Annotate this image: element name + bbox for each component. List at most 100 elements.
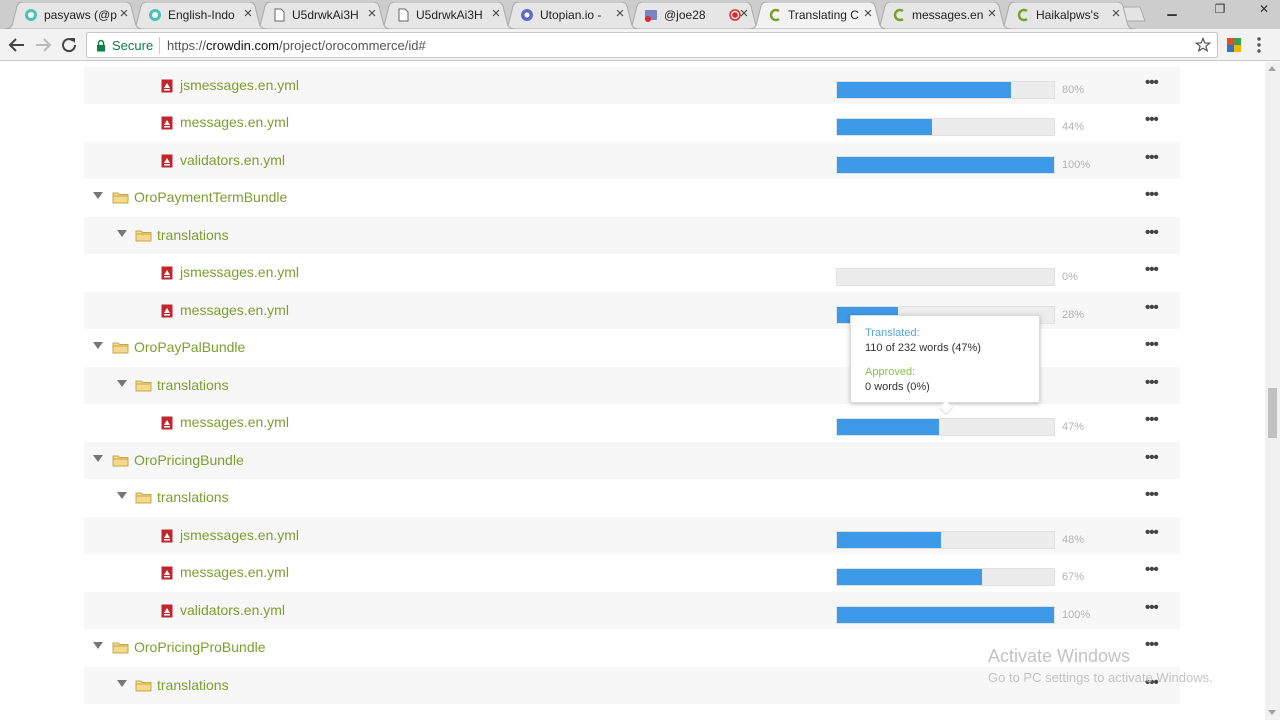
browser-tab[interactable]: Translating C × <box>748 2 888 29</box>
file-name[interactable]: jsmessages.en.yml <box>180 264 299 280</box>
file-name[interactable]: messages.en.yml <box>180 302 289 318</box>
folder-name[interactable]: OroPricingProBundle <box>134 639 266 655</box>
more-options-button[interactable]: ••• <box>1145 637 1162 653</box>
progress-bar-fill <box>837 569 983 585</box>
folder-name[interactable]: OroPaymentTermBundle <box>134 189 287 205</box>
progress-percent: 100% <box>1062 158 1091 171</box>
folder-row[interactable]: OroPricingBundle ••• <box>84 441 1180 479</box>
collapse-caret-icon[interactable] <box>93 642 103 649</box>
more-options-button[interactable]: ••• <box>1145 524 1162 541</box>
back-button[interactable] <box>5 33 29 57</box>
tab-close-icon[interactable]: × <box>364 5 380 23</box>
collapse-caret-icon[interactable] <box>93 454 103 462</box>
file-name[interactable]: jsmessages.en.yml <box>180 527 299 543</box>
browser-tab[interactable]: messages.en × <box>872 2 1012 29</box>
maximize-button[interactable]: ❐ <box>1206 0 1234 20</box>
file-name[interactable]: validators.en.yml <box>180 602 285 618</box>
more-options-button[interactable]: ••• <box>1145 112 1162 128</box>
folder-icon <box>112 342 129 354</box>
file-row[interactable]: validators.en.yml 100% ••• <box>84 591 1180 629</box>
folder-name[interactable]: translations <box>157 489 229 505</box>
yml-file-icon <box>161 154 173 167</box>
tab-close-icon[interactable]: × <box>612 5 628 23</box>
collapse-caret-icon[interactable] <box>117 679 127 687</box>
more-options-button[interactable]: ••• <box>1145 337 1162 353</box>
document-icon <box>398 8 409 22</box>
file-row[interactable]: jsmessages.en.yml 80% ••• <box>84 66 1180 104</box>
collapse-caret-icon[interactable] <box>117 379 127 387</box>
more-options-button[interactable]: ••• <box>1145 74 1162 91</box>
more-options-button[interactable]: ••• <box>1145 412 1162 428</box>
file-name[interactable]: messages.en.yml <box>180 564 289 580</box>
more-options-button[interactable]: ••• <box>1145 562 1162 578</box>
more-options-button[interactable]: ••• <box>1145 299 1162 316</box>
url-text[interactable]: https://crowdin.com/project/orocommerce/… <box>167 38 426 53</box>
folder-name[interactable]: translations <box>157 377 229 393</box>
file-row[interactable]: jsmessages.en.yml 48% ••• <box>84 516 1180 554</box>
file-row[interactable]: messages.en.yml 67% ••• <box>84 554 1180 591</box>
browser-tab[interactable]: Utopian.io - × <box>500 2 640 29</box>
progress-bar[interactable] <box>836 268 1055 286</box>
progress-bar[interactable] <box>836 605 1055 624</box>
tab-title: @joe28 <box>664 8 706 22</box>
extension-icon[interactable] <box>1226 37 1242 53</box>
scroll-down-arrow[interactable] <box>1268 710 1276 715</box>
folder-row[interactable]: translations ••• <box>84 479 1180 516</box>
browser-tab[interactable]: pasyaws (@p × <box>4 2 144 29</box>
bookmark-star-icon[interactable] <box>1195 37 1211 53</box>
folder-name[interactable]: translations <box>157 677 229 693</box>
progress-bar[interactable] <box>836 118 1055 136</box>
close-window-button[interactable]: ✕ <box>1250 0 1278 20</box>
file-name[interactable]: jsmessages.en.yml <box>180 77 299 93</box>
collapse-caret-icon[interactable] <box>117 229 127 237</box>
minimize-button[interactable]: ▁ <box>1158 0 1186 20</box>
folder-name[interactable]: OroPricingBundle <box>134 452 244 468</box>
more-options-button[interactable]: ••• <box>1145 374 1162 391</box>
tab-close-icon[interactable]: × <box>488 5 504 23</box>
tab-close-icon[interactable]: × <box>240 5 256 23</box>
scrollbar-thumb[interactable] <box>1268 388 1277 438</box>
file-name[interactable]: messages.en.yml <box>180 114 289 130</box>
browser-tab[interactable]: @joe28 × <box>624 2 764 29</box>
scroll-up-arrow[interactable] <box>1268 66 1276 71</box>
browser-tab[interactable]: English-Indo × <box>128 2 268 29</box>
browser-tab[interactable]: U5drwkAi3H × <box>376 2 516 29</box>
more-options-button[interactable]: ••• <box>1145 149 1162 166</box>
reload-button[interactable] <box>57 33 81 57</box>
collapse-caret-icon[interactable] <box>117 492 127 499</box>
file-name[interactable]: messages.en.yml <box>180 414 289 430</box>
tab-close-icon[interactable]: × <box>1108 5 1124 23</box>
progress-bar[interactable] <box>836 568 1055 586</box>
browser-menu-icon[interactable] <box>1256 36 1262 54</box>
forward-button[interactable] <box>31 33 55 57</box>
more-options-button[interactable]: ••• <box>1145 224 1162 241</box>
progress-bar[interactable] <box>836 530 1055 549</box>
tab-close-icon[interactable]: × <box>116 5 132 23</box>
folder-row[interactable]: translations ••• <box>84 216 1180 254</box>
more-options-button[interactable]: ••• <box>1145 449 1162 466</box>
more-options-button[interactable]: ••• <box>1145 599 1162 616</box>
steemit-icon <box>149 9 161 21</box>
tab-close-icon[interactable]: × <box>984 5 1000 23</box>
file-row[interactable]: validators.en.yml 100% ••• <box>84 141 1180 179</box>
folder-name[interactable]: translations <box>157 227 229 243</box>
progress-bar[interactable] <box>836 80 1055 99</box>
address-bar[interactable]: Secure https://crowdin.com/project/oroco… <box>86 32 1218 58</box>
file-row[interactable]: jsmessages.en.yml 0% ••• <box>84 254 1180 291</box>
collapse-caret-icon[interactable] <box>93 342 103 349</box>
browser-tab[interactable]: U5drwkAi3H × <box>252 2 392 29</box>
file-row[interactable]: messages.en.yml 44% ••• <box>84 104 1180 141</box>
file-name[interactable]: validators.en.yml <box>180 152 285 168</box>
more-options-button[interactable]: ••• <box>1145 187 1162 203</box>
progress-bar[interactable] <box>836 155 1055 174</box>
progress-bar[interactable] <box>836 418 1055 436</box>
page-scrollbar[interactable] <box>1265 62 1280 720</box>
collapse-caret-icon[interactable] <box>93 192 103 199</box>
folder-name[interactable]: OroPayPalBundle <box>134 339 245 355</box>
file-row[interactable]: messages.en.yml 47% ••• <box>84 404 1180 441</box>
more-options-button[interactable]: ••• <box>1145 262 1162 278</box>
more-options-button[interactable]: ••• <box>1145 487 1162 503</box>
tab-close-icon[interactable]: × <box>860 5 876 23</box>
folder-row[interactable]: OroPaymentTermBundle ••• <box>84 179 1180 216</box>
browser-tab[interactable]: Haikalpws's × <box>996 2 1136 29</box>
